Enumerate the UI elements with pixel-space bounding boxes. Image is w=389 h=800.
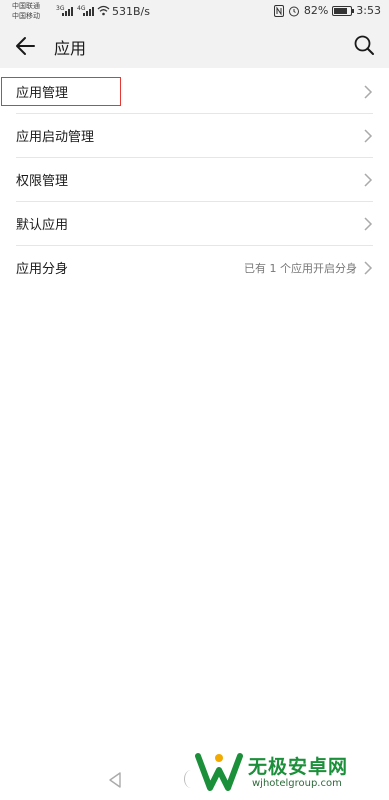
chevron-right-icon: [364, 261, 373, 275]
carrier-2: 中国移动: [12, 12, 40, 20]
settings-item-default-apps[interactable]: 默认应用: [16, 202, 373, 246]
settings-item-permissions[interactable]: 权限管理: [16, 158, 373, 202]
settings-item-app-twin[interactable]: 应用分身 已有 1 个应用开启分身: [16, 246, 373, 290]
settings-item-value: 已有 1 个应用开启分身: [244, 262, 357, 275]
nfc-icon: [273, 4, 284, 17]
watermark-name: 无极安卓网: [248, 756, 349, 778]
battery-percent: 82%: [303, 4, 329, 17]
signal-2-icon: [83, 7, 95, 16]
back-arrow-icon[interactable]: [14, 35, 38, 57]
carrier-labels: 中国联通 中国移动: [12, 1, 40, 21]
settings-item-label: 应用分身: [16, 262, 69, 277]
wifi-icon: [97, 5, 110, 16]
status-right: 82% 3:53: [273, 4, 381, 17]
chevron-right-icon: [364, 217, 373, 231]
status-bar: 中国联通 中国移动 3G 4G 531B/s 82% 3:53: [0, 0, 389, 24]
clock: 3:53: [356, 4, 381, 17]
chevron-right-icon: [364, 173, 373, 187]
highlight-box: [1, 77, 121, 106]
chevron-right-icon: [364, 85, 373, 99]
carrier-1: 中国联通: [12, 2, 40, 10]
settings-item-label: 默认应用: [16, 218, 69, 233]
watermark: 无极安卓网 wjhotelgroup.com: [194, 748, 379, 796]
nav-back-icon[interactable]: [108, 772, 122, 788]
battery-icon: [332, 5, 355, 16]
title-bar: 应用: [0, 24, 389, 68]
page-title: 应用: [54, 39, 87, 58]
watermark-logo-icon: [195, 753, 243, 791]
settings-item-label: 应用启动管理: [16, 130, 95, 145]
watermark-url: wjhotelgroup.com: [252, 778, 342, 789]
settings-item-label: 权限管理: [16, 174, 69, 189]
search-icon[interactable]: [353, 34, 375, 56]
alarm-icon: [288, 6, 299, 16]
settings-item-app-launch[interactable]: 应用启动管理: [16, 114, 373, 158]
chevron-right-icon: [364, 129, 373, 143]
network-speed: 531B/s: [112, 5, 150, 18]
signal-1-icon: [62, 7, 74, 16]
